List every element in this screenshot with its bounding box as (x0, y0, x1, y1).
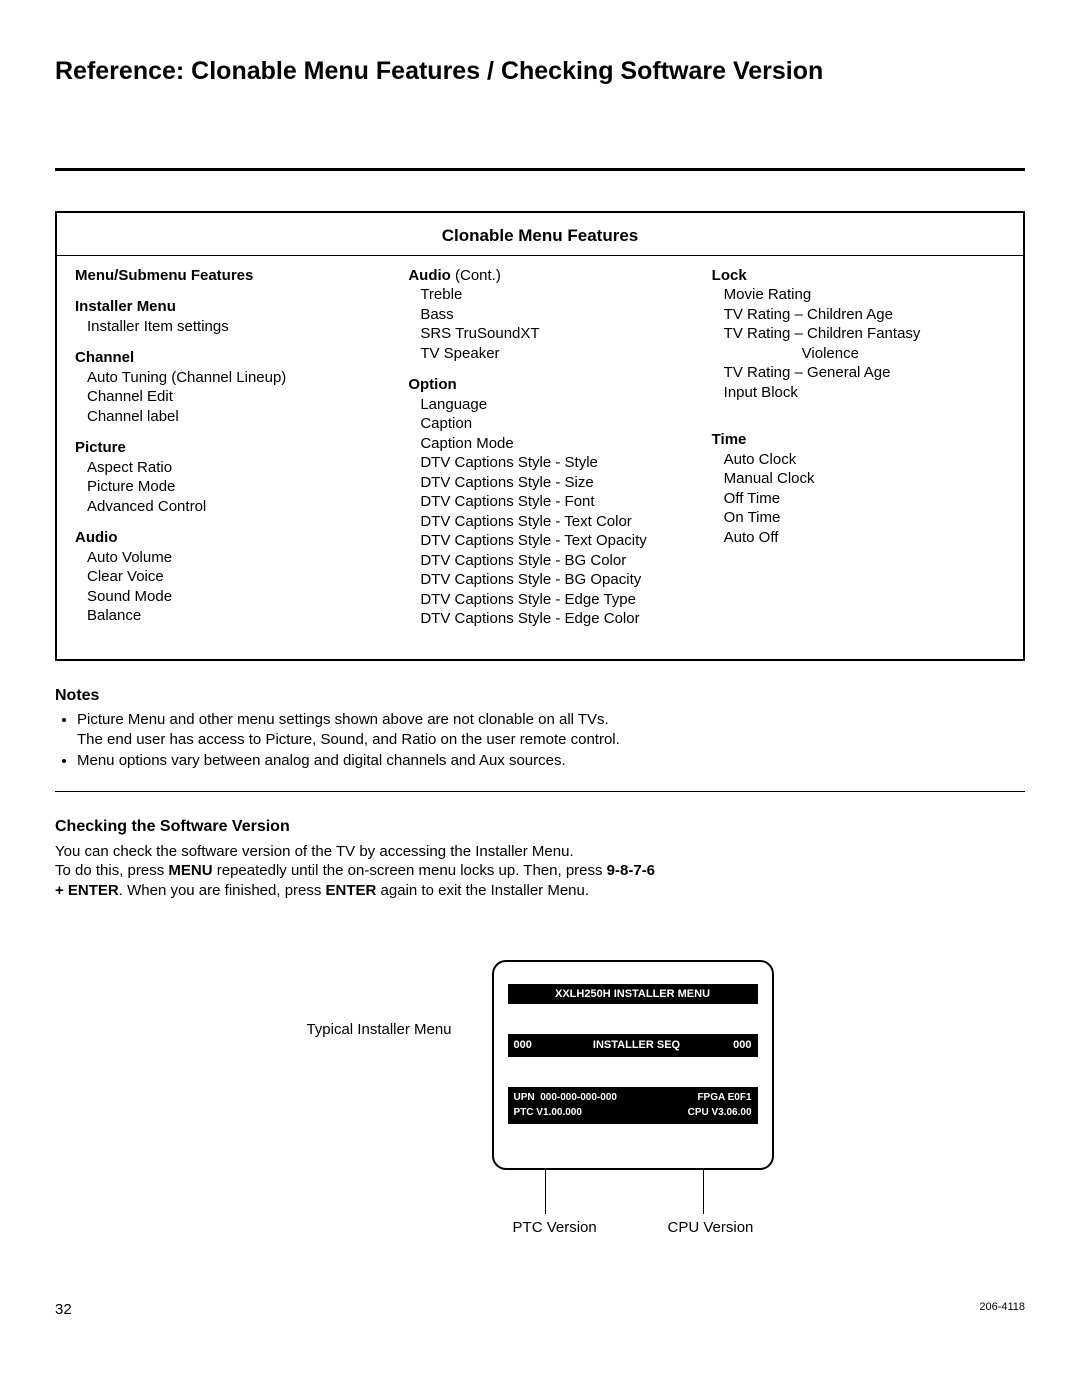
list-item: Advanced Control (75, 497, 368, 517)
ptc-version-label: PTC Version (513, 1218, 597, 1238)
list-item: Treble (408, 285, 701, 305)
clonable-features-box: Clonable Menu Features Menu/Submenu Feat… (55, 211, 1025, 661)
document-number: 206-4118 (979, 1300, 1025, 1320)
column-2: Audio (Cont.) Treble Bass SRS TruSoundXT… (368, 266, 701, 641)
group-title: Option (408, 375, 701, 395)
callout-line (703, 1170, 704, 1214)
ptc-value: PTC V1.00.000 (514, 1105, 582, 1120)
list-item: DTV Captions Style - Edge Type (408, 590, 701, 610)
col1-header: Menu/Submenu Features (75, 266, 368, 286)
group-audio: Audio Auto Volume Clear Voice Sound Mode… (75, 528, 368, 626)
group-option: Option Language Caption Caption Mode DTV… (408, 375, 701, 629)
installer-panel: XXLH250H INSTALLER MENU 000 INSTALLER SE… (492, 960, 774, 1170)
list-item: Bass (408, 305, 701, 325)
panel-row: 000 INSTALLER SEQ 000 (508, 1034, 758, 1056)
list-item: TV Rating – General Age (712, 363, 1005, 383)
list-item: Movie Rating (712, 285, 1005, 305)
list-item: DTV Captions Style - Text Opacity (408, 531, 701, 551)
list-item: Auto Volume (75, 548, 368, 568)
installer-menu-figure: Typical Installer Menu XXLH250H INSTALLE… (55, 960, 1025, 1240)
list-item: Caption Mode (408, 434, 701, 454)
list-item: Auto Off (712, 528, 1005, 548)
divider-thin (55, 791, 1025, 792)
list-item: Off Time (712, 489, 1005, 509)
list-item: DTV Captions Style - BG Opacity (408, 570, 701, 590)
divider-thick (55, 168, 1025, 171)
note-item: Picture Menu and other menu settings sho… (77, 710, 1025, 749)
list-item: Channel Edit (75, 387, 368, 407)
note-item: Menu options vary between analog and dig… (77, 751, 1025, 771)
column-3: Lock Movie Rating TV Rating – Children A… (702, 266, 1005, 641)
list-item: Violence (712, 344, 1005, 364)
box-body: Menu/Submenu Features Installer Menu Ins… (57, 256, 1023, 659)
list-item: Sound Mode (75, 587, 368, 607)
list-item: DTV Captions Style - Style (408, 453, 701, 473)
panel-title: XXLH250H INSTALLER MENU (508, 984, 758, 1004)
page-footer: 32 206-4118 (55, 1300, 1025, 1320)
panel-row-mid: INSTALLER SEQ (593, 1038, 680, 1052)
list-item: TV Speaker (408, 344, 701, 364)
list-item: DTV Captions Style - Size (408, 473, 701, 493)
list-item: Channel label (75, 407, 368, 427)
list-item: Auto Tuning (Channel Lineup) (75, 368, 368, 388)
panel-row-right: 000 (733, 1038, 751, 1052)
installer-label: Typical Installer Menu (306, 960, 451, 1040)
group-lock: Lock Movie Rating TV Rating – Children A… (712, 266, 1005, 403)
group-audio-cont: Audio (Cont.) Treble Bass SRS TruSoundXT… (408, 266, 701, 364)
list-item: TV Rating – Children Fantasy (712, 324, 1005, 344)
list-item: SRS TruSoundXT (408, 324, 701, 344)
group-title: Picture (75, 438, 368, 458)
list-item: Picture Mode (75, 477, 368, 497)
list-item: Caption (408, 414, 701, 434)
page-number: 32 (55, 1300, 72, 1320)
group-title: Installer Menu (75, 297, 368, 317)
cpu-version-label: CPU Version (668, 1218, 754, 1238)
list-item: Input Block (712, 383, 1005, 403)
notes-title: Notes (55, 686, 1025, 707)
list-item: DTV Captions Style - BG Color (408, 551, 701, 571)
list-item: Language (408, 395, 701, 415)
version-callouts: PTC Version CPU Version (493, 1170, 773, 1240)
panel-footer: UPN 000-000-000-000 FPGA E0F1 PTC V1.00.… (508, 1087, 758, 1124)
list-item: DTV Captions Style - Font (408, 492, 701, 512)
list-item: TV Rating – Children Age (712, 305, 1005, 325)
group-time: Time Auto Clock Manual Clock Off Time On… (712, 430, 1005, 547)
list-item: Manual Clock (712, 469, 1005, 489)
sv-title: Checking the Software Version (55, 817, 1025, 838)
notes-section: Notes Picture Menu and other menu settin… (55, 686, 1025, 771)
column-1: Menu/Submenu Features Installer Menu Ins… (75, 266, 368, 641)
list-item: Aspect Ratio (75, 458, 368, 478)
group-picture: Picture Aspect Ratio Picture Mode Advanc… (75, 438, 368, 516)
box-title: Clonable Menu Features (57, 213, 1023, 256)
group-installer: Installer Menu Installer Item settings (75, 297, 368, 336)
panel-row-left: 000 (514, 1038, 532, 1052)
list-item: Balance (75, 606, 368, 626)
group-title: Time (712, 430, 1005, 450)
list-item: DTV Captions Style - Edge Color (408, 609, 701, 629)
list-item: Installer Item settings (75, 317, 368, 337)
group-title: Lock (712, 266, 1005, 286)
list-item: Auto Clock (712, 450, 1005, 470)
group-title: Audio (Cont.) (408, 266, 701, 286)
group-title: Audio (75, 528, 368, 548)
group-title: Channel (75, 348, 368, 368)
list-item: On Time (712, 508, 1005, 528)
sv-text: You can check the software version of th… (55, 842, 1025, 901)
list-item: Clear Voice (75, 567, 368, 587)
callout-line (545, 1170, 546, 1214)
list-item: DTV Captions Style - Text Color (408, 512, 701, 532)
group-channel: Channel Auto Tuning (Channel Lineup) Cha… (75, 348, 368, 426)
page-title: Reference: Clonable Menu Features / Chec… (55, 55, 1025, 88)
cpu-value: CPU V3.06.00 (688, 1105, 752, 1120)
software-version-section: Checking the Software Version You can ch… (55, 817, 1025, 1240)
